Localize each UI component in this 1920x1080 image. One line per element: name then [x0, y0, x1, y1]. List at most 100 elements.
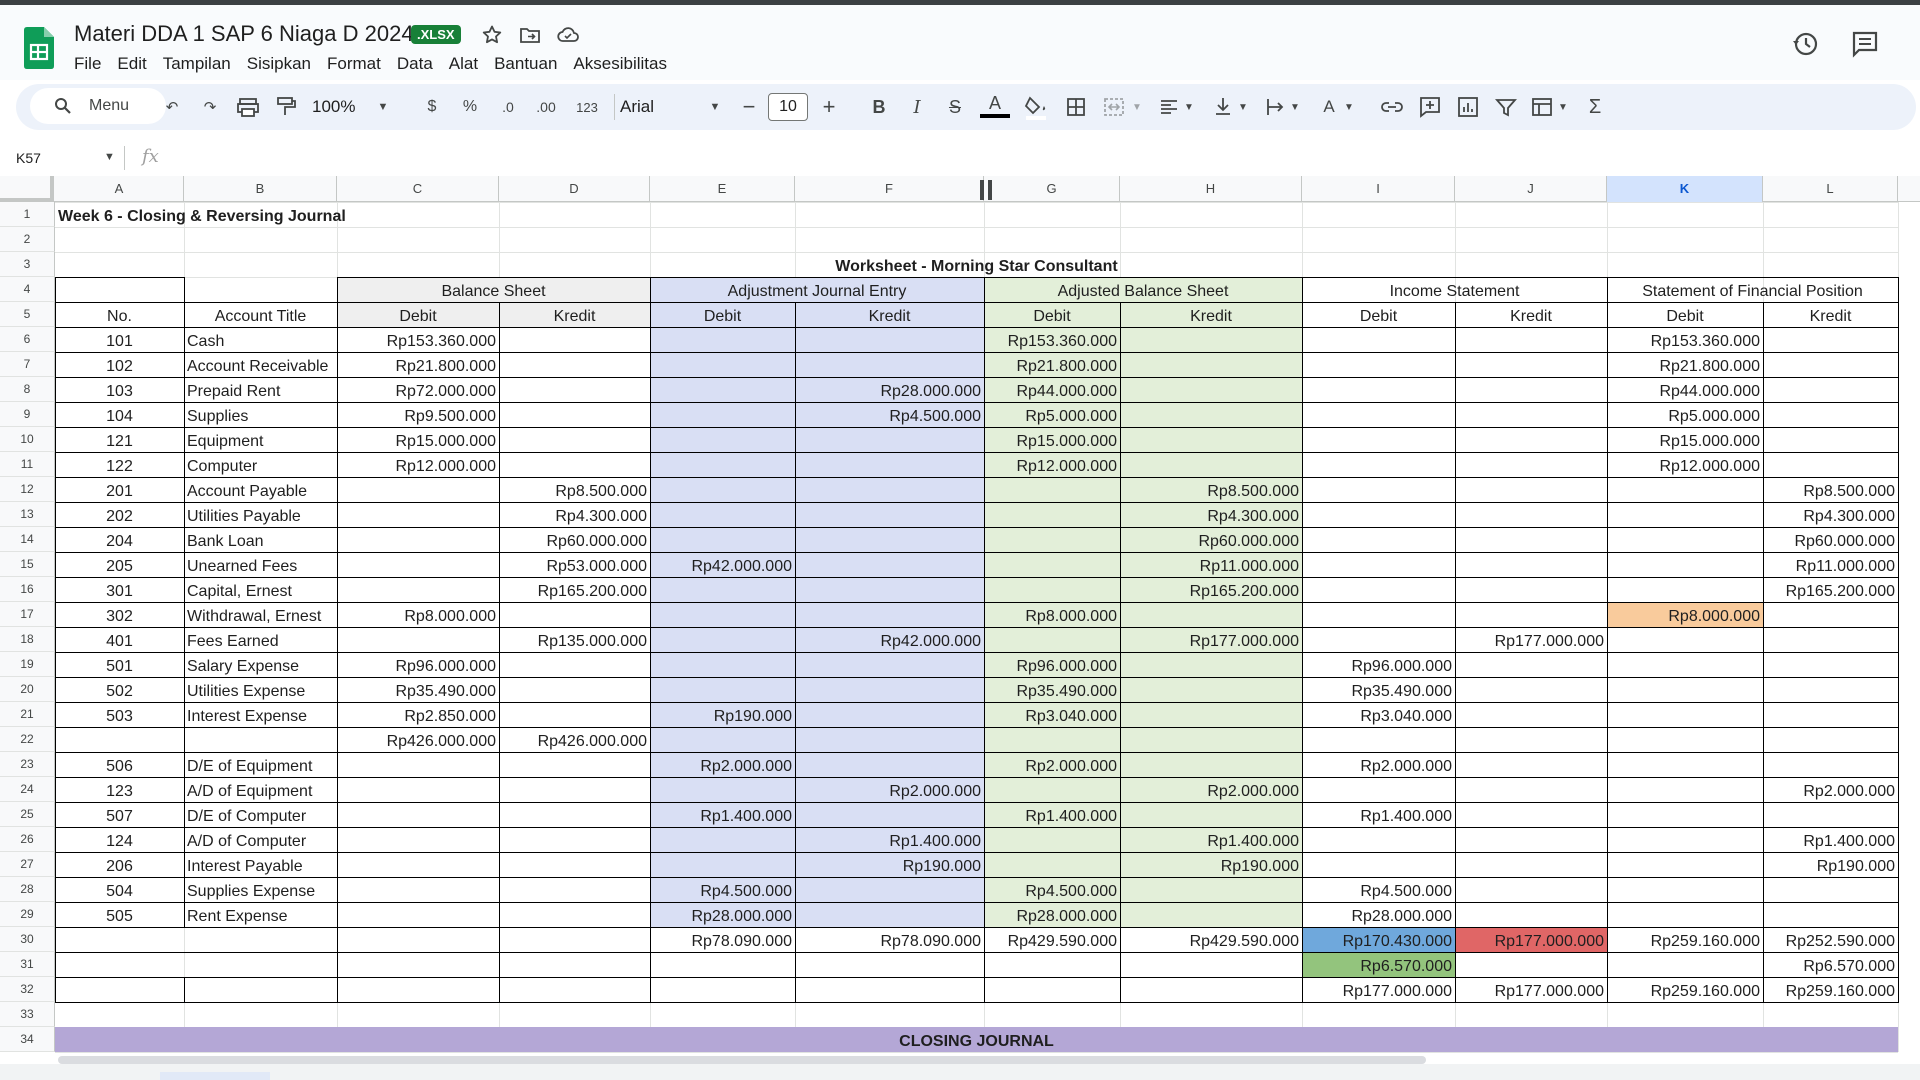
amount-cell[interactable]: Rp2.000.000: [795, 777, 984, 802]
freeze-handle-icon[interactable]: [978, 180, 994, 200]
amount-cell[interactable]: Rp60.000.000: [1763, 527, 1898, 552]
row-header[interactable]: 28: [0, 877, 55, 902]
header-debit[interactable]: Debit: [984, 302, 1120, 327]
row-header[interactable]: 16: [0, 577, 55, 602]
merge-cells-icon[interactable]: [1100, 92, 1128, 122]
chevron-down-icon[interactable]: ▼: [1342, 92, 1356, 122]
row-header[interactable]: 23: [0, 752, 55, 777]
row-header[interactable]: 14: [0, 527, 55, 552]
chevron-down-icon[interactable]: ▼: [1288, 92, 1302, 122]
amount-cell[interactable]: Rp165.200.000: [1763, 577, 1898, 602]
row-header[interactable]: 24: [0, 777, 55, 802]
amount-cell[interactable]: Rp190.000: [650, 702, 795, 727]
amount-cell[interactable]: Rp2.000.000: [1763, 777, 1898, 802]
group-header[interactable]: Adjustment Journal Entry: [650, 277, 984, 302]
worksheet-title[interactable]: Worksheet - Morning Star Consultant: [55, 252, 1898, 277]
account-no[interactable]: 302: [55, 602, 184, 627]
column-header-d[interactable]: D: [499, 176, 650, 202]
row-header[interactable]: 6: [0, 327, 55, 352]
account-title[interactable]: Fees Earned: [184, 627, 337, 652]
chevron-down-icon[interactable]: ▼: [1130, 92, 1144, 122]
account-title[interactable]: A/D of Equipment: [184, 777, 337, 802]
net-cell[interactable]: Rp6.570.000: [1763, 952, 1898, 977]
account-no[interactable]: 401: [55, 627, 184, 652]
amount-cell[interactable]: Rp5.000.000: [984, 402, 1120, 427]
amount-cell[interactable]: Rp42.000.000: [795, 627, 984, 652]
borders-icon[interactable]: [1062, 92, 1090, 122]
row-header[interactable]: 31: [0, 952, 55, 977]
account-title[interactable]: Computer: [184, 452, 337, 477]
amount-cell[interactable]: Rp11.000.000: [1763, 552, 1898, 577]
amount-cell[interactable]: Rp4.300.000: [1120, 502, 1302, 527]
chevron-down-icon[interactable]: ▼: [1556, 92, 1570, 122]
menu-accessibility[interactable]: Aksesibilitas: [573, 54, 667, 74]
print-icon[interactable]: [234, 92, 262, 122]
amount-cell[interactable]: Rp177.000.000: [1120, 627, 1302, 652]
amount-cell[interactable]: Rp1.400.000: [795, 827, 984, 852]
row-header[interactable]: 29: [0, 902, 55, 927]
percent-format-button[interactable]: %: [458, 92, 482, 122]
amount-cell[interactable]: Rp35.490.000: [984, 677, 1120, 702]
total-cell[interactable]: Rp78.090.000: [795, 927, 984, 952]
amount-cell[interactable]: Rp35.490.000: [1302, 677, 1455, 702]
chevron-down-icon[interactable]: ▼: [1236, 92, 1250, 122]
row-header[interactable]: 4: [0, 277, 55, 302]
amount-cell[interactable]: Rp60.000.000: [1120, 527, 1302, 552]
account-title[interactable]: Utilities Expense: [184, 677, 337, 702]
amount-cell[interactable]: Rp8.500.000: [1763, 477, 1898, 502]
account-no[interactable]: 206: [55, 852, 184, 877]
document-title[interactable]: Materi DDA 1 SAP 6 Niaga D 2024: [74, 21, 414, 47]
row-header[interactable]: 26: [0, 827, 55, 852]
account-no[interactable]: 123: [55, 777, 184, 802]
account-no[interactable]: 124: [55, 827, 184, 852]
row-header[interactable]: 3: [0, 252, 55, 277]
account-no[interactable]: 121: [55, 427, 184, 452]
number-format-button[interactable]: 123: [572, 92, 602, 122]
amount-cell[interactable]: Rp44.000.000: [984, 377, 1120, 402]
amount-cell[interactable]: Rp1.400.000: [650, 802, 795, 827]
row-header[interactable]: 22: [0, 727, 55, 752]
amount-cell[interactable]: Rp12.000.000: [337, 452, 499, 477]
amount-cell[interactable]: Rp2.000.000: [1302, 752, 1455, 777]
header-kredit[interactable]: Kredit: [1763, 302, 1898, 327]
group-header[interactable]: Adjusted Balance Sheet: [984, 277, 1302, 302]
account-title[interactable]: Interest Payable: [184, 852, 337, 877]
align-left-icon[interactable]: [1156, 92, 1182, 122]
amount-cell[interactable]: Rp1.400.000: [1763, 827, 1898, 852]
account-no[interactable]: 507: [55, 802, 184, 827]
decrease-font-size-button[interactable]: −: [736, 92, 762, 122]
row-header[interactable]: 1: [0, 202, 55, 227]
row-header[interactable]: 8: [0, 377, 55, 402]
amount-cell[interactable]: Rp8.000.000: [1607, 602, 1763, 627]
account-title[interactable]: [184, 727, 337, 752]
row-header[interactable]: 19: [0, 652, 55, 677]
amount-cell[interactable]: Rp15.000.000: [984, 427, 1120, 452]
amount-cell[interactable]: Rp2.000.000: [984, 752, 1120, 777]
row-header[interactable]: 11: [0, 452, 55, 477]
amount-cell[interactable]: Rp8.500.000: [1120, 477, 1302, 502]
total-cell[interactable]: Rp177.000.000: [1455, 927, 1607, 952]
account-title[interactable]: Supplies Expense: [184, 877, 337, 902]
amount-cell[interactable]: Rp190.000: [1120, 852, 1302, 877]
header-debit[interactable]: Debit: [650, 302, 795, 327]
account-no[interactable]: 101: [55, 327, 184, 352]
amount-cell[interactable]: Rp165.200.000: [499, 577, 650, 602]
amount-cell[interactable]: Rp12.000.000: [1607, 452, 1763, 477]
amount-cell[interactable]: Rp15.000.000: [1607, 427, 1763, 452]
row-header[interactable]: 20: [0, 677, 55, 702]
amount-cell[interactable]: Rp28.000.000: [984, 902, 1120, 927]
account-no[interactable]: 205: [55, 552, 184, 577]
total-cell[interactable]: Rp259.160.000: [1607, 927, 1763, 952]
sheet-title[interactable]: Week 6 - Closing & Reversing Journal: [55, 202, 984, 227]
amount-cell[interactable]: Rp11.000.000: [1120, 552, 1302, 577]
account-title[interactable]: Bank Loan: [184, 527, 337, 552]
vertical-align-icon[interactable]: [1210, 92, 1236, 122]
amount-cell[interactable]: Rp28.000.000: [650, 902, 795, 927]
account-title[interactable]: Withdrawal, Ernest: [184, 602, 337, 627]
account-title[interactable]: A/D of Computer: [184, 827, 337, 852]
menu-tools[interactable]: Alat: [449, 54, 478, 74]
account-no[interactable]: 503: [55, 702, 184, 727]
account-no[interactable]: 103: [55, 377, 184, 402]
chevron-down-icon[interactable]: ▼: [104, 151, 115, 163]
amount-cell[interactable]: Rp44.000.000: [1607, 377, 1763, 402]
